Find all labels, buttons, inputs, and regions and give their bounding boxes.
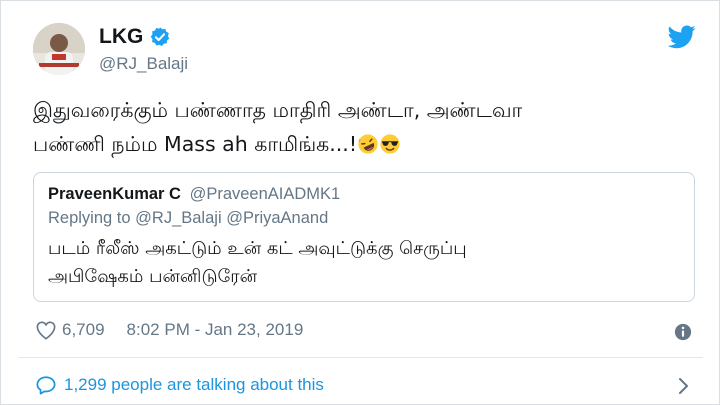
rofl-emoji-icon bbox=[358, 134, 378, 154]
author-name-row[interactable]: LKG bbox=[99, 25, 171, 49]
conversation-link-text[interactable]: 1,299 people are talking about this bbox=[64, 375, 324, 395]
tweet-text-line-2: பண்ணி நம்ம Mass ah காமிங்க...! bbox=[33, 132, 358, 156]
avatar[interactable] bbox=[33, 23, 85, 75]
quoted-replying-to: Replying to @RJ_Balaji @PriyaAnand bbox=[48, 209, 328, 228]
replying-to-mention-2[interactable]: @PriyaAnand bbox=[226, 209, 328, 227]
avatar-image bbox=[33, 23, 85, 75]
tweet-card: LKG @RJ_Balaji இதுவரைக்கும் பண்ணாத மாதிர… bbox=[0, 0, 720, 405]
tweet-timestamp[interactable]: 8:02 PM - Jan 23, 2019 bbox=[127, 320, 304, 340]
chevron-right-icon[interactable] bbox=[677, 376, 691, 396]
conversation-link[interactable]: 1,299 people are talking about this bbox=[35, 375, 324, 395]
replying-to-label: Replying to bbox=[48, 209, 131, 227]
quoted-tweet[interactable]: PraveenKumar C @PraveenAIADMK1 Replying … bbox=[33, 172, 695, 302]
heart-icon[interactable] bbox=[35, 320, 57, 340]
divider bbox=[19, 357, 703, 358]
author-display-name[interactable]: LKG bbox=[99, 25, 143, 49]
comment-bubble-icon bbox=[36, 376, 56, 395]
author-handle[interactable]: @RJ_Balaji bbox=[99, 54, 188, 74]
sunglasses-emoji-icon bbox=[380, 134, 400, 154]
verified-icon bbox=[150, 27, 170, 46]
quoted-text-line-2: அபிஷேகம் பன்னிடுரேன் bbox=[48, 266, 258, 287]
tweet-text-line-1: இதுவரைக்கும் பண்ணாத மாதிரி அண்டா, அண்டவா bbox=[33, 98, 523, 122]
quoted-author-name[interactable]: PraveenKumar C bbox=[48, 185, 181, 203]
like-count[interactable]: 6,709 bbox=[62, 320, 105, 340]
replying-to-mention-1[interactable]: @RJ_Balaji bbox=[135, 209, 221, 227]
info-icon[interactable] bbox=[674, 323, 692, 341]
quoted-author-row: PraveenKumar C @PraveenAIADMK1 bbox=[48, 185, 340, 204]
quoted-tweet-text: படம் ரீலீஸ் அகட்டும் உன் கட் அவுட்டுக்கு… bbox=[48, 235, 678, 291]
quoted-text-line-1: படம் ரீலீஸ் அகட்டும் உன் கட் அவுட்டுக்கு… bbox=[48, 238, 467, 259]
tweet-text-line-2-row: பண்ணி நம்ம Mass ah காமிங்க...! bbox=[33, 127, 693, 161]
tweet-text: இதுவரைக்கும் பண்ணாத மாதிரி அண்டா, அண்டவா… bbox=[33, 93, 693, 161]
twitter-bird-icon[interactable] bbox=[668, 25, 696, 49]
tweet-meta-row: 6,709 8:02 PM - Jan 23, 2019 bbox=[35, 320, 303, 340]
quoted-author-handle[interactable]: @PraveenAIADMK1 bbox=[190, 185, 341, 203]
